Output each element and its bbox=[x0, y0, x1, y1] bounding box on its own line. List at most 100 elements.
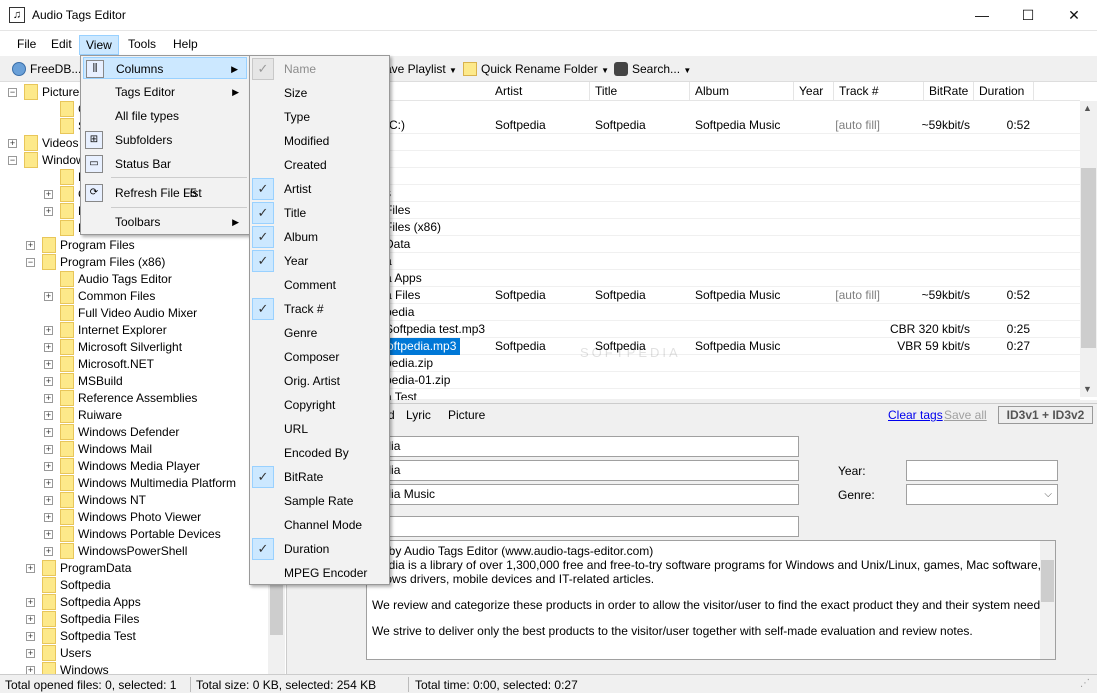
minimize-button[interactable]: — bbox=[959, 0, 1005, 31]
column-toggle-duration[interactable]: ✓ Duration bbox=[252, 537, 387, 561]
tree-expander[interactable]: − bbox=[8, 88, 17, 97]
tree-node[interactable]: Windows Photo Viewer bbox=[60, 509, 201, 526]
genre-select[interactable]: ⌵ bbox=[906, 484, 1058, 505]
menu-file[interactable]: File bbox=[11, 35, 42, 55]
tree-expander[interactable]: − bbox=[26, 258, 35, 267]
tree-expander[interactable]: + bbox=[44, 377, 53, 386]
view-menu-item-all-file-types[interactable]: All file types bbox=[83, 105, 247, 127]
tree-node[interactable]: Internet Explorer bbox=[60, 322, 167, 339]
tree-node[interactable]: Common Files bbox=[60, 288, 155, 305]
tree-expander[interactable]: + bbox=[26, 564, 35, 573]
tree-node[interactable]: MSBuild bbox=[60, 373, 123, 390]
menu-help[interactable]: Help bbox=[167, 35, 204, 55]
column-toggle-size[interactable]: Size bbox=[252, 81, 387, 105]
tree-node[interactable]: Reference Assemblies bbox=[60, 390, 197, 407]
tree-expander[interactable]: + bbox=[44, 513, 53, 522]
tree-node[interactable]: Windows Mail bbox=[60, 441, 152, 458]
tree-node[interactable]: Window bbox=[24, 152, 85, 169]
tree-expander[interactable]: + bbox=[44, 445, 53, 454]
column-toggle-encoded-by[interactable]: Encoded By bbox=[252, 441, 387, 465]
menu-view[interactable]: View bbox=[79, 35, 119, 55]
scroll-down-icon[interactable]: ▼ bbox=[1083, 384, 1092, 394]
tree-expander[interactable]: + bbox=[44, 394, 53, 403]
column-toggle-created[interactable]: Created bbox=[252, 153, 387, 177]
column-toggle-bitrate[interactable]: ✓ BitRate bbox=[252, 465, 387, 489]
tree-node[interactable]: Windows Multimedia Platform bbox=[60, 475, 236, 492]
album-field[interactable]: pedia Music bbox=[366, 484, 799, 505]
id3-version-selector[interactable]: ID3v1 + ID3v2 bbox=[998, 406, 1093, 424]
menu-edit[interactable]: Edit bbox=[45, 35, 78, 55]
title-field[interactable]: pedia bbox=[366, 460, 799, 481]
tree-expander[interactable]: + bbox=[44, 190, 53, 199]
tree-node[interactable]: Softpedia bbox=[42, 577, 111, 594]
search-button[interactable]: Search... ▼ bbox=[614, 61, 691, 79]
tree-expander[interactable]: + bbox=[26, 666, 35, 674]
column-header-bitrate[interactable]: BitRate bbox=[924, 82, 974, 101]
tree-node[interactable]: Softpedia Apps bbox=[42, 594, 141, 611]
tree-node[interactable]: Windows Defender bbox=[60, 424, 179, 441]
tree-node[interactable]: WindowsPowerShell bbox=[60, 543, 187, 560]
column-toggle-mpeg-encoder[interactable]: MPEG Encoder bbox=[252, 561, 387, 585]
tree-expander[interactable]: + bbox=[44, 547, 53, 556]
tree-node[interactable]: Microsoft Silverlight bbox=[60, 339, 182, 356]
tree-node[interactable]: Users bbox=[42, 645, 91, 662]
tree-expander[interactable]: + bbox=[44, 428, 53, 437]
save-all-link[interactable]: Save all bbox=[944, 408, 987, 422]
save-playlist-button[interactable]: ave Playlist ▼ bbox=[385, 61, 457, 79]
view-menu-item-refresh-file-list[interactable]: ⟳ Refresh File List F5 bbox=[83, 182, 247, 204]
column-toggle-sample-rate[interactable]: Sample Rate bbox=[252, 489, 387, 513]
view-menu-item-status-bar[interactable]: ▭ Status Bar bbox=[83, 153, 247, 175]
tree-expander[interactable]: + bbox=[44, 343, 53, 352]
tree-node[interactable]: Program Files (x86) bbox=[42, 254, 165, 271]
column-toggle-copyright[interactable]: Copyright bbox=[252, 393, 387, 417]
tab-picture[interactable]: Picture bbox=[448, 406, 485, 424]
freedb-button[interactable]: FreeDB... bbox=[12, 61, 81, 79]
tree-expander[interactable]: + bbox=[26, 632, 35, 641]
view-menu-item-subfolders[interactable]: ⊞ Subfolders bbox=[83, 129, 247, 151]
column-toggle-orig-artist[interactable]: Orig. Artist bbox=[252, 369, 387, 393]
column-toggle-modified[interactable]: Modified bbox=[252, 129, 387, 153]
tree-node[interactable]: Picture bbox=[24, 84, 79, 101]
view-menu-item-columns[interactable]: ⫼ Columns ▶ bbox=[83, 57, 247, 79]
tree-expander[interactable]: + bbox=[44, 360, 53, 369]
year-field[interactable] bbox=[906, 460, 1058, 481]
tree-node[interactable]: Audio Tags Editor bbox=[60, 271, 172, 288]
column-header-title[interactable]: Title bbox=[590, 82, 690, 101]
tree-node[interactable]: Microsoft.NET bbox=[60, 356, 154, 373]
tree-expander[interactable]: + bbox=[44, 496, 53, 505]
scroll-up-icon[interactable]: ▲ bbox=[1083, 103, 1092, 113]
file-list-scrollbar-thumb[interactable] bbox=[1081, 168, 1096, 348]
column-header-year[interactable]: Year bbox=[794, 82, 834, 101]
column-toggle-album[interactable]: ✓ Album bbox=[252, 225, 387, 249]
tree-expander[interactable]: + bbox=[44, 292, 53, 301]
tree-expander[interactable]: + bbox=[26, 598, 35, 607]
column-toggle-genre[interactable]: Genre bbox=[252, 321, 387, 345]
tree-node[interactable]: Windows NT bbox=[60, 492, 146, 509]
tree-node[interactable]: Program Files bbox=[42, 237, 135, 254]
menu-tools[interactable]: Tools bbox=[122, 35, 162, 55]
tree-node[interactable]: Windows Media Player bbox=[60, 458, 200, 475]
close-button[interactable]: ✕ bbox=[1051, 0, 1097, 31]
tree-expander[interactable]: + bbox=[44, 207, 53, 216]
resize-grip-icon[interactable]: ⋰ bbox=[1080, 678, 1090, 689]
tree-node[interactable]: Full Video Audio Mixer bbox=[60, 305, 197, 322]
tree-expander[interactable]: + bbox=[26, 615, 35, 624]
column-toggle-url[interactable]: URL bbox=[252, 417, 387, 441]
column-toggle-year[interactable]: ✓ Year bbox=[252, 249, 387, 273]
tree-node[interactable]: Softpedia Files bbox=[42, 611, 139, 628]
view-menu-item-toolbars[interactable]: Toolbars ▶ bbox=[83, 211, 247, 233]
column-toggle-artist[interactable]: ✓ Artist bbox=[252, 177, 387, 201]
tree-expander[interactable]: + bbox=[44, 530, 53, 539]
tree-expander[interactable]: + bbox=[26, 241, 35, 250]
tree-node[interactable]: Videos bbox=[24, 135, 78, 152]
tree-expander[interactable]: + bbox=[44, 411, 53, 420]
tree-node[interactable]: Ruiware bbox=[60, 407, 122, 424]
view-menu-item-tags-editor[interactable]: Tags Editor ▶ bbox=[83, 81, 247, 103]
tree-expander[interactable]: + bbox=[44, 462, 53, 471]
tree-expander[interactable]: + bbox=[44, 326, 53, 335]
column-header-track[interactable]: Track # bbox=[834, 82, 924, 101]
column-header-duration[interactable]: Duration bbox=[974, 82, 1034, 101]
column-toggle-composer[interactable]: Composer bbox=[252, 345, 387, 369]
tree-node[interactable]: Windows bbox=[42, 662, 109, 674]
tree-expander[interactable]: − bbox=[8, 156, 17, 165]
